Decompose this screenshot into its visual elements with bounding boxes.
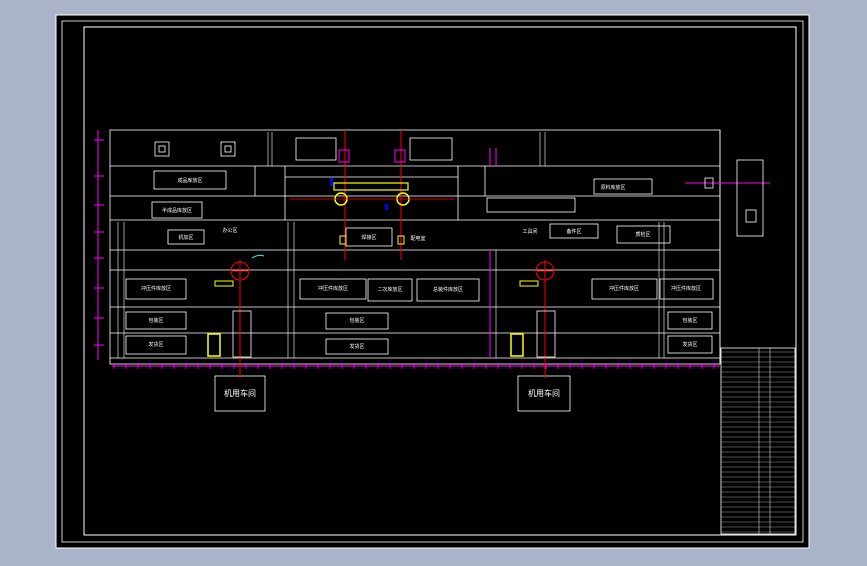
room-label: 冲压件库放区 (318, 285, 348, 292)
drawing-canvas: 成品库放区原料库放区半成品库放区机加区 焊接区 备件区 工具间 质检区配电室 办公区冲压件… (55, 14, 810, 549)
room-label: 发货区 (349, 343, 364, 350)
room-label: 包装区 (682, 317, 697, 324)
room-label: 焊接区 (361, 234, 376, 241)
workshop-label: 机用车间 (224, 388, 256, 398)
room-label: 冲压件库放区 (609, 285, 639, 292)
room-label: 二次库放区 (377, 286, 402, 293)
sheet-background (55, 14, 810, 549)
room-label: 包装区 (148, 317, 163, 324)
room-label: 半成品库放区 (162, 207, 192, 214)
room-label: 工具间 (522, 228, 537, 235)
room-label: 成品库放区 (177, 177, 202, 184)
room-label: 配电室 (410, 235, 425, 242)
room-label: 办公区 (222, 227, 237, 234)
room-label: 机加区 (178, 234, 193, 241)
room-label: 质检区 (635, 231, 650, 238)
workshop-label: 机用车间 (528, 388, 560, 398)
room-label: 冲压件库放区 (141, 285, 171, 292)
cad-viewport[interactable]: 成品库放区原料库放区半成品库放区机加区 焊接区 备件区 工具间 质检区配电室 办公区冲压件… (0, 0, 867, 562)
room-label: 包装区 (349, 317, 364, 324)
room-label: 发货区 (148, 341, 163, 348)
room-label: 备件区 (566, 228, 581, 235)
room-label: 总装件库放区 (433, 286, 463, 293)
room-label: 发货区 (682, 341, 697, 348)
room-label: 冲压件库放区 (671, 285, 701, 292)
room-label: 原料库放区 (600, 184, 625, 191)
